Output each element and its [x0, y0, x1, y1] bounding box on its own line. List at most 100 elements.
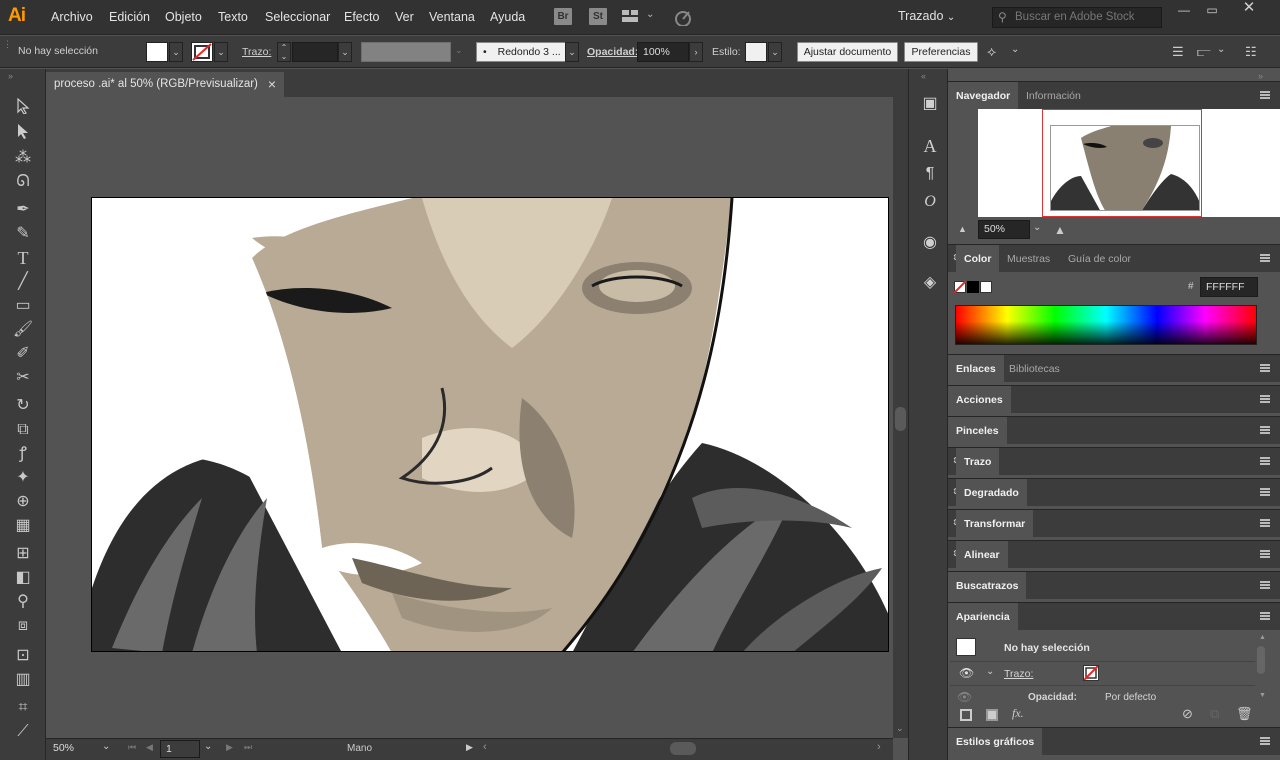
opacity-label[interactable]: Opacidad:: [587, 46, 638, 58]
last-artboard-icon[interactable]: ⏭: [244, 742, 252, 753]
minimize-icon[interactable]: —: [1172, 4, 1196, 18]
none-swatch[interactable]: [954, 281, 966, 293]
chevron-down-icon[interactable]: ⌄: [1217, 44, 1225, 55]
panel-menu-icon[interactable]: [1260, 612, 1270, 620]
appearance-quick-icon[interactable]: ◉: [919, 232, 941, 254]
chevron-down-icon[interactable]: ⌄: [986, 666, 994, 677]
style-dropdown[interactable]: ⌄: [768, 42, 782, 62]
scale-tool-icon[interactable]: ⧉: [11, 419, 35, 441]
variable-width-profile[interactable]: [361, 42, 451, 62]
panel-menu-icon[interactable]: [1260, 254, 1270, 262]
white-swatch[interactable]: [980, 281, 992, 293]
tab-gradient[interactable]: Degradado: [956, 479, 1027, 507]
stroke-swatch[interactable]: [191, 42, 213, 62]
appearance-opacity-label[interactable]: Opacidad:: [1028, 692, 1077, 703]
direct-selection-tool-icon[interactable]: [11, 123, 35, 145]
tab-color-guide[interactable]: Guía de color: [1060, 245, 1139, 273]
line-tool-icon[interactable]: ╱: [11, 271, 35, 293]
bridge-button[interactable]: Br: [554, 8, 572, 25]
chevron-down-icon[interactable]: ⌄: [204, 741, 212, 752]
tab-transform[interactable]: Transformar: [956, 510, 1034, 538]
tab-image-trace[interactable]: Buscatrazos: [948, 572, 1027, 600]
navigator-zoom-field[interactable]: 50%: [978, 220, 1030, 239]
hex-input[interactable]: FFFFFF: [1200, 277, 1258, 297]
adjust-document-button[interactable]: Ajustar documento: [797, 42, 898, 62]
arrange-documents-icon[interactable]: [622, 10, 638, 22]
panel-menu-icon[interactable]: [1260, 457, 1270, 465]
puppet-warp-tool-icon[interactable]: ✦: [11, 467, 35, 489]
zoom-out-icon[interactable]: ▲: [958, 224, 967, 234]
cc-libraries-icon[interactable]: ▣: [919, 93, 941, 115]
chevron-down-icon[interactable]: ⌄: [1033, 222, 1041, 233]
scissors-tool-icon[interactable]: ✂: [11, 367, 35, 389]
chevron-down-icon[interactable]: ⌄: [102, 741, 110, 752]
tab-actions[interactable]: Acciones: [948, 386, 1011, 414]
shaper-tool-icon[interactable]: ✐: [11, 343, 35, 365]
panel-menu-icon[interactable]: [1260, 488, 1270, 496]
navigator-thumbnail[interactable]: [978, 109, 1280, 217]
rectangle-tool-icon[interactable]: ▭: [11, 295, 35, 317]
preferences-button[interactable]: Preferencias: [904, 42, 978, 62]
artboard-tool-icon[interactable]: ⌗: [11, 697, 35, 719]
shape-builder-tool-icon[interactable]: ⊕: [11, 491, 35, 513]
menu-efecto[interactable]: Efecto: [344, 10, 379, 24]
appearance-stroke-row[interactable]: 👁 ⌄ Trazo:: [950, 661, 1255, 686]
stroke-label[interactable]: Trazo:: [242, 46, 271, 58]
black-swatch[interactable]: [967, 281, 979, 293]
align-icon[interactable]: ☰: [1172, 44, 1184, 60]
column-graph-tool-icon[interactable]: ▥: [11, 669, 35, 691]
tab-libraries[interactable]: Bibliotecas: [1001, 355, 1068, 383]
panel-menu-icon[interactable]: ☷: [1245, 44, 1257, 60]
close-icon[interactable]: ✕: [1237, 0, 1261, 16]
mesh-tool-icon[interactable]: ⊞: [11, 543, 35, 565]
rotate-tool-icon[interactable]: ↻: [11, 395, 35, 417]
warp-tool-icon[interactable]: ꝭ: [11, 443, 35, 465]
opacity-dropdown[interactable]: ›: [689, 42, 703, 62]
panel-menu-icon[interactable]: [1260, 581, 1270, 589]
menu-ventana[interactable]: Ventana: [429, 10, 475, 24]
next-artboard-icon[interactable]: ▶: [226, 742, 233, 753]
panel-menu-icon[interactable]: [1260, 550, 1270, 558]
stroke-dropdown[interactable]: ⌄: [214, 42, 228, 62]
horizontal-scroll-thumb[interactable]: [670, 742, 696, 755]
paragraph-panel-icon[interactable]: ¶: [919, 163, 941, 185]
layers-panel-icon[interactable]: ◈: [919, 272, 941, 294]
menu-edicion[interactable]: Edición: [109, 10, 150, 24]
selection-tool-icon[interactable]: [11, 97, 35, 120]
prev-artboard-icon[interactable]: ◀: [146, 742, 153, 753]
tab-align[interactable]: Alinear: [956, 541, 1008, 569]
appearance-scrollbar[interactable]: [1257, 646, 1265, 674]
artboard[interactable]: [91, 197, 889, 652]
trash-icon[interactable]: 🗑: [1236, 706, 1253, 722]
appearance-stroke-swatch[interactable]: [1083, 665, 1099, 681]
status-menu-icon[interactable]: ▶: [466, 742, 473, 753]
eyedropper-tool-icon[interactable]: ⚲: [11, 591, 35, 613]
chevron-down-icon[interactable]: ⌄: [646, 9, 654, 20]
tab-links[interactable]: Enlaces: [948, 355, 1004, 383]
brush-dropdown[interactable]: ⌄: [565, 42, 579, 62]
opentype-panel-icon[interactable]: O: [919, 191, 941, 213]
clear-appearance-icon[interactable]: ⊘: [1182, 706, 1193, 722]
blend-tool-icon[interactable]: ⧈: [11, 615, 35, 637]
tab-graphic-styles[interactable]: Estilos gráficos: [948, 728, 1043, 756]
expand-icon[interactable]: «: [921, 71, 926, 81]
menu-ver[interactable]: Ver: [395, 10, 414, 24]
scroll-thumb[interactable]: [895, 407, 906, 431]
type-tool-icon[interactable]: T: [11, 247, 35, 269]
transform-icon[interactable]: ⟡: [987, 43, 996, 60]
visibility-eye-icon[interactable]: 👁: [957, 690, 972, 704]
panel-menu-icon[interactable]: [1260, 395, 1270, 403]
symbol-sprayer-tool-icon[interactable]: ⊡: [11, 645, 35, 667]
menu-seleccionar[interactable]: Seleccionar: [265, 10, 330, 24]
distribute-icon[interactable]: ⫍: [1197, 44, 1211, 60]
curvature-tool-icon[interactable]: ✎: [11, 223, 35, 245]
maximize-icon[interactable]: ▭: [1200, 4, 1224, 18]
add-fill-icon[interactable]: [986, 709, 998, 721]
document-tab[interactable]: proceso .ai* al 50% (RGB/Previsualizar) …: [46, 72, 284, 97]
magic-wand-tool-icon[interactable]: ⁂: [11, 147, 35, 169]
collapse-icon[interactable]: »: [1258, 71, 1263, 81]
visibility-eye-icon[interactable]: 👁: [959, 666, 974, 680]
tab-information[interactable]: Información: [1018, 82, 1089, 110]
stroke-weight-dropdown[interactable]: ⌄: [338, 42, 352, 62]
add-stroke-icon[interactable]: [960, 709, 972, 721]
